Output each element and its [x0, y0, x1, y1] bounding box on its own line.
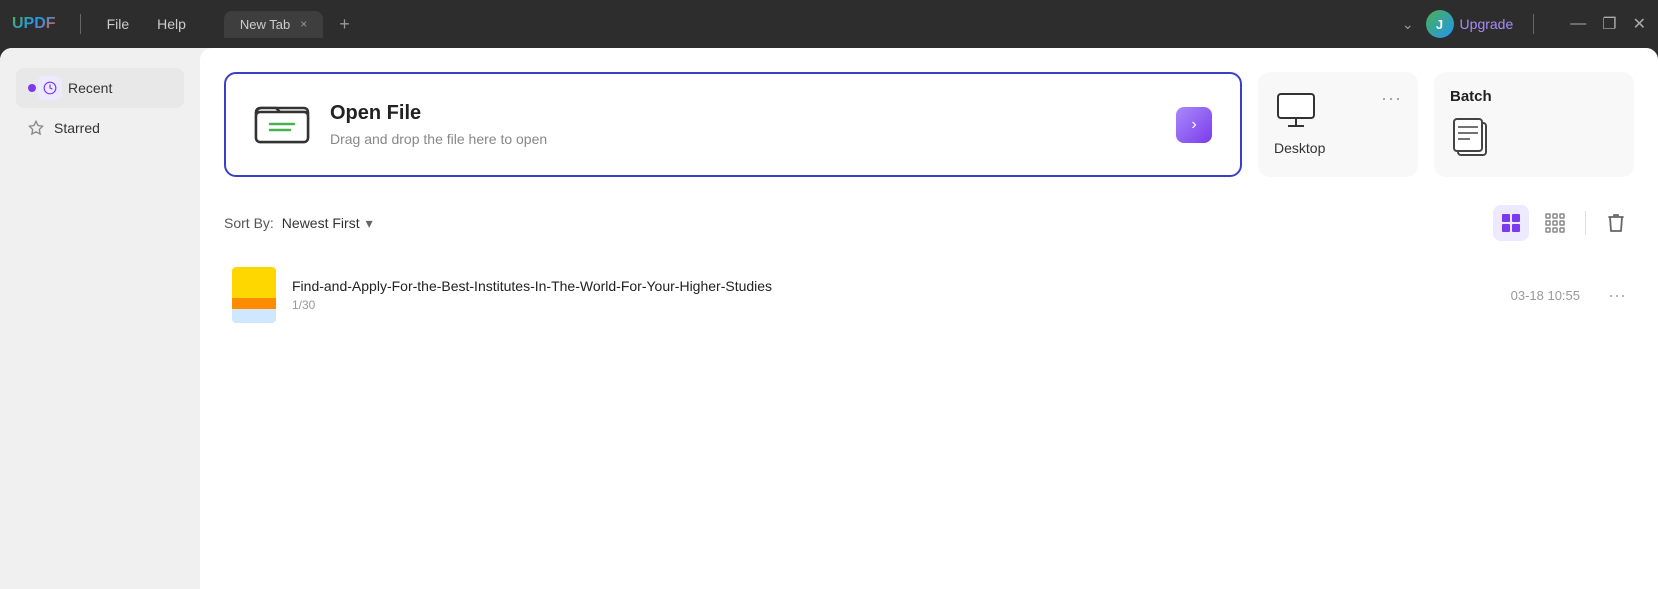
file-list: Find-and-Apply-For-the-Best-Institutes-I…: [224, 257, 1634, 333]
file-thumbnail: [232, 267, 276, 323]
sort-bar: Sort By: Newest First ▾: [224, 205, 1634, 241]
open-file-text: Open File Drag and drop the file here to…: [330, 102, 1156, 147]
table-row[interactable]: Find-and-Apply-For-the-Best-Institutes-I…: [224, 257, 1634, 333]
titlebar: UPDF File Help New Tab × + ⌄ J Upgrade —…: [0, 0, 1658, 48]
sidebar-item-label-starred: Starred: [54, 120, 100, 136]
desktop-card-top: ···: [1274, 88, 1402, 132]
view-controls: [1493, 205, 1634, 241]
open-file-subtitle: Drag and drop the file here to open: [330, 131, 1156, 147]
desktop-more-menu[interactable]: ···: [1381, 88, 1402, 109]
file-info: Find-and-Apply-For-the-Best-Institutes-I…: [292, 278, 1495, 312]
file-pages: 1/30: [292, 298, 1495, 312]
batch-icon: [1450, 117, 1494, 161]
grid-view-button[interactable]: [1537, 205, 1573, 241]
sidebar-item-label-recent: Recent: [68, 80, 112, 96]
delete-button[interactable]: [1598, 205, 1634, 241]
arrow-icon: ›: [1191, 116, 1196, 134]
open-file-card[interactable]: Open File Drag and drop the file here to…: [224, 72, 1242, 177]
tab-label: New Tab: [240, 17, 290, 32]
file-more-menu[interactable]: ···: [1608, 285, 1626, 306]
sort-chevron-icon: ▾: [366, 215, 373, 232]
app-logo: UPDF: [12, 15, 56, 33]
batch-title: Batch: [1450, 88, 1618, 105]
window-controls: — ❐ ✕: [1570, 14, 1646, 34]
tab-bar: New Tab × +: [224, 10, 1394, 39]
open-file-arrow-button[interactable]: ›: [1176, 107, 1212, 143]
file-date: 03-18 10:55: [1511, 288, 1580, 303]
active-dot: [28, 84, 36, 92]
sort-select[interactable]: Newest First ▾: [282, 215, 373, 232]
upgrade-label: Upgrade: [1460, 16, 1514, 32]
star-icon: [28, 120, 44, 136]
content-area: Open File Drag and drop the file here to…: [200, 48, 1658, 589]
desktop-icon: [1274, 88, 1318, 132]
main-container: Recent Starred: [0, 48, 1658, 589]
sidebar-item-starred[interactable]: Starred: [16, 112, 184, 144]
sidebar-item-recent[interactable]: Recent: [16, 68, 184, 108]
view-divider: [1585, 211, 1586, 235]
minimize-button[interactable]: —: [1570, 15, 1586, 33]
sort-label: Sort By:: [224, 215, 274, 231]
menu-help[interactable]: Help: [147, 12, 196, 36]
new-tab[interactable]: New Tab ×: [224, 11, 323, 38]
tab-close-icon[interactable]: ×: [300, 17, 307, 31]
titlebar-divider: [80, 14, 81, 34]
close-button[interactable]: ✕: [1633, 14, 1646, 34]
titlebar-right: ⌄ J Upgrade — ❐ ✕: [1402, 10, 1646, 38]
maximize-button[interactable]: ❐: [1602, 14, 1616, 34]
user-avatar: J: [1426, 10, 1454, 38]
open-file-title: Open File: [330, 102, 1156, 125]
folder-icon: [254, 98, 310, 151]
tab-add-button[interactable]: +: [331, 10, 358, 39]
app-logo-text: UPDF: [12, 15, 56, 33]
top-cards: Open File Drag and drop the file here to…: [224, 72, 1634, 177]
upgrade-button[interactable]: J Upgrade: [1426, 10, 1514, 38]
batch-card[interactable]: Batch: [1434, 72, 1634, 177]
clock-icon: [38, 76, 62, 100]
menu-file[interactable]: File: [97, 12, 140, 36]
list-view-button[interactable]: [1493, 205, 1529, 241]
sidebar: Recent Starred: [0, 48, 200, 589]
file-name: Find-and-Apply-For-the-Best-Institutes-I…: [292, 278, 1495, 294]
sort-value: Newest First: [282, 215, 360, 231]
chevron-down-icon[interactable]: ⌄: [1402, 16, 1414, 33]
desktop-card[interactable]: ··· Desktop: [1258, 72, 1418, 177]
win-controls-divider: [1533, 14, 1534, 34]
desktop-card-label: Desktop: [1274, 140, 1325, 156]
